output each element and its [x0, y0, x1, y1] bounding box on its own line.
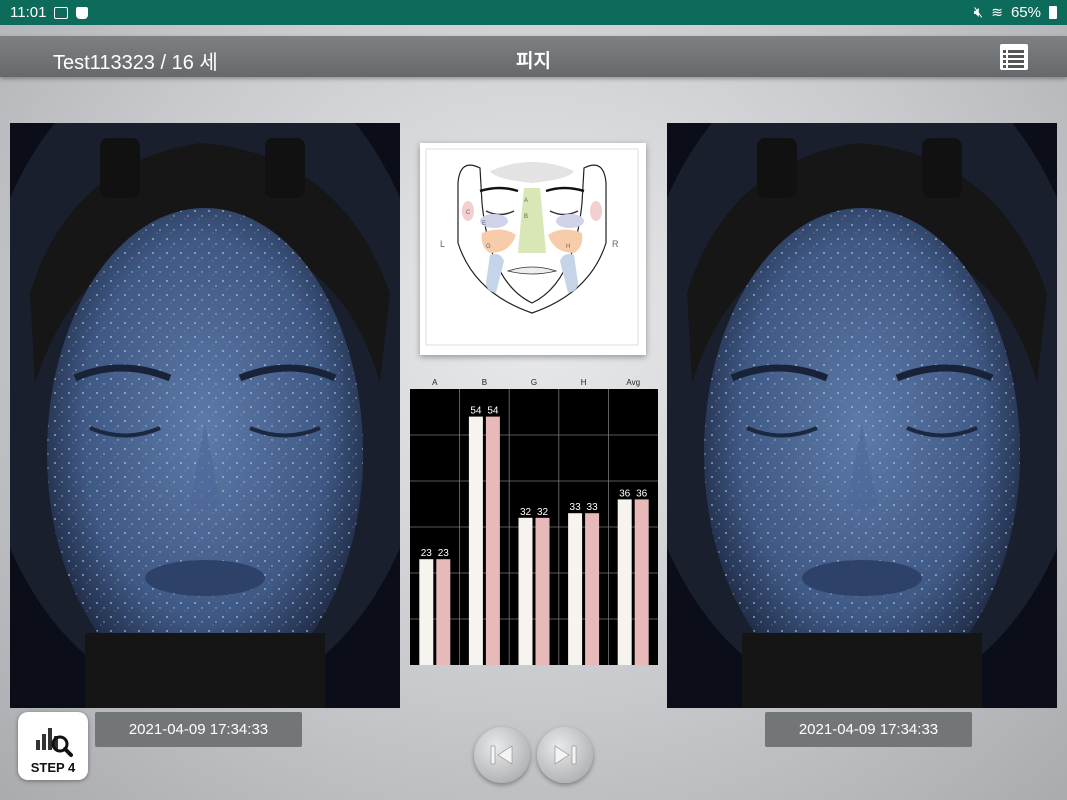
image-icon [54, 6, 69, 19]
bar-value-label: 36 [636, 488, 648, 499]
category-label: H [581, 378, 587, 387]
page-title: 피지 [516, 51, 551, 72]
battery-percent: 65% [1010, 4, 1041, 21]
step-button[interactable]: STEP 4 [18, 712, 88, 780]
bar-value-label: 36 [619, 488, 631, 499]
wifi-icon: ≋ [991, 4, 1003, 20]
previous-button[interactable] [474, 727, 530, 783]
left-timestamp: 2021-04-09 17:34:33 [95, 712, 302, 747]
bar-value-label: 54 [470, 406, 482, 417]
zone-label-c: C [466, 210, 471, 216]
category-label: Avg [626, 378, 640, 387]
previous-icon [490, 745, 513, 765]
status-time: 11:01 [10, 4, 47, 21]
zone-label-g: G [486, 244, 491, 250]
bar-h-1 [568, 513, 583, 665]
bar-h-2 [585, 513, 600, 665]
category-label: G [531, 378, 537, 387]
status-bar: 11:01 🔇︎ ≋ 65% [0, 0, 1067, 25]
category-label: B [482, 378, 487, 387]
zone-label-h: H [566, 244, 570, 250]
bar-value-label: 33 [570, 502, 582, 513]
bar-g-2 [535, 517, 550, 665]
bar-value-label: 23 [438, 548, 450, 559]
bar-b-1 [468, 416, 483, 665]
battery-icon [1049, 6, 1057, 19]
bar-g-1 [518, 517, 533, 665]
right-side-label: R [612, 239, 619, 249]
bar-a-2 [436, 559, 451, 665]
bar-avg-1 [617, 499, 632, 665]
list-menu-icon[interactable] [1000, 44, 1028, 70]
zone-label-a: A [524, 198, 528, 204]
bar-value-label: 23 [421, 548, 433, 559]
zone-label-e: E [482, 221, 486, 227]
bar-b-2 [485, 416, 500, 665]
sebum-bar-chart: A 23 23 B 54 54 G 32 32 H 33 33 Avg 36 36 [410, 375, 658, 665]
bar-value-label: 32 [520, 507, 532, 518]
category-label: A [432, 378, 438, 387]
face-zone-diagram: A B C E G H L R [420, 143, 646, 355]
bag-icon [76, 6, 89, 19]
right-face-image[interactable] [667, 123, 1057, 708]
next-button[interactable] [537, 727, 593, 783]
step-label: STEP 4 [30, 760, 76, 775]
bar-value-label: 32 [537, 507, 549, 518]
zone-label-b: B [524, 214, 528, 220]
bar-value-label: 54 [487, 406, 499, 417]
left-face-image[interactable] [10, 123, 400, 708]
mute-icon: 🔇︎ [973, 4, 984, 21]
title-bar: Test113323 / 16 세 피지 [0, 36, 1067, 77]
right-timestamp: 2021-04-09 17:34:33 [765, 712, 972, 747]
bar-value-label: 33 [587, 502, 599, 513]
next-icon [554, 745, 577, 765]
bar-avg-2 [634, 499, 649, 665]
chart-magnifier-icon [36, 728, 73, 757]
left-side-label: L [440, 239, 445, 249]
bar-a-1 [419, 559, 434, 665]
